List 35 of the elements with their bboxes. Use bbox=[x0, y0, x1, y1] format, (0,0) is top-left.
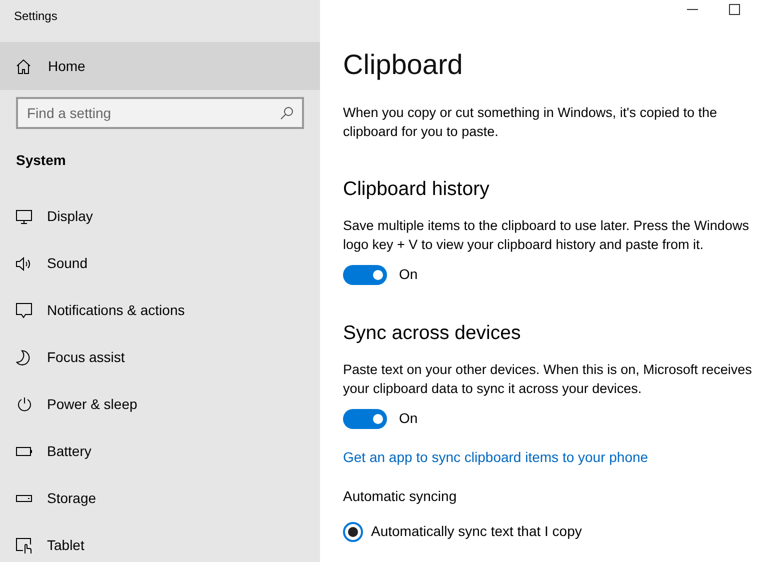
speech-bubble-icon bbox=[16, 302, 32, 318]
maximize-icon[interactable] bbox=[729, 4, 740, 15]
section-heading: System bbox=[16, 152, 66, 168]
moon-icon bbox=[16, 350, 32, 366]
toggle-label: On bbox=[399, 265, 418, 284]
page-title: Clipboard bbox=[343, 48, 464, 82]
section-description: Save multiple items to the clipboard to use later. Press the Windows logo key + V to view your clipboard history and paste from it. bbox=[343, 217, 750, 254]
group-label: Automatic syncing bbox=[343, 487, 457, 506]
window-title: Settings bbox=[14, 9, 58, 23]
battery-icon bbox=[16, 447, 32, 456]
nav-item[interactable]: Battery bbox=[0, 428, 320, 475]
nav-item[interactable]: Tablet bbox=[0, 522, 320, 562]
nav-item[interactable]: Focus assist bbox=[0, 334, 320, 381]
link[interactable]: Get an app to sync clipboard items to your phone bbox=[343, 447, 648, 468]
toggle-switch[interactable] bbox=[343, 408, 387, 428]
nav-item[interactable]: Power & sleep bbox=[0, 381, 320, 428]
tablet-touch-icon bbox=[16, 538, 32, 554]
toggle-switch[interactable] bbox=[343, 264, 387, 284]
nav-item[interactable]: Storage bbox=[0, 475, 320, 522]
nav-item[interactable]: Notifications & actions bbox=[0, 287, 320, 334]
power-icon bbox=[16, 397, 32, 412]
section-heading: Sync across devices bbox=[343, 321, 522, 346]
monitor-icon bbox=[16, 210, 32, 224]
radio-option[interactable]: Automatically sync text that I copy bbox=[343, 521, 582, 542]
page-description: When you copy or cut something in Windows, it's copied to the clipboard for you to paste. bbox=[343, 104, 718, 141]
toggle-label: On bbox=[399, 409, 418, 428]
section-heading: Clipboard history bbox=[343, 177, 490, 202]
search-icon bbox=[280, 106, 294, 120]
nav-item[interactable]: Sound bbox=[0, 240, 320, 287]
section-description: Paste text on your other devices. When this is on, Microsoft receives your clipboard data to sync it across your devices. bbox=[343, 361, 753, 398]
home-nav-item[interactable]: Home bbox=[0, 42, 320, 90]
nav-item[interactable]: Display bbox=[0, 193, 320, 240]
drive-icon bbox=[16, 495, 32, 502]
search-field[interactable]: Find a setting bbox=[16, 97, 304, 129]
speaker-icon bbox=[16, 256, 32, 270]
